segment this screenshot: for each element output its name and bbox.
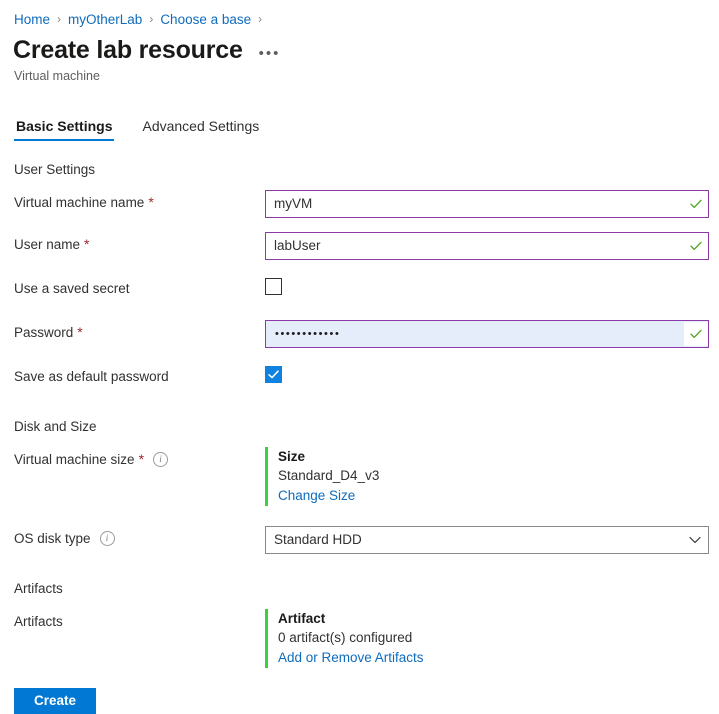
vm-name-field[interactable] [265,189,709,218]
label-password: Password * [14,320,265,340]
valid-check-icon [684,233,708,258]
password-field[interactable]: •••••••••••• [265,319,709,348]
os-disk-type-dropdown[interactable]: Standard HDD [265,525,709,554]
change-size-link[interactable]: Change Size [278,486,355,506]
info-icon[interactable]: i [99,530,115,546]
label-password-text: Password [14,324,74,340]
tab-basic-settings[interactable]: Basic Settings [14,117,115,141]
tab-advanced-settings[interactable]: Advanced Settings [140,118,261,141]
save-default-password-checkbox[interactable] [265,365,282,383]
field-row-os-disk-type: OS disk type i Standard HDD [0,525,719,556]
control-password: •••••••••••• [265,319,719,348]
field-row-artifacts: Artifacts Artifact 0 artifact(s) configu… [0,608,719,668]
artifacts-panel[interactable]: Artifact 0 artifact(s) configured Add or… [265,608,709,668]
breadcrumb-item-home[interactable]: Home [14,12,50,27]
label-os-disk-type: OS disk type i [14,526,265,546]
label-save-default-password: Save as default password [14,364,265,384]
breadcrumb-item-myotherlab[interactable]: myOtherLab [68,12,142,27]
field-row-user-name: User name * [0,231,719,262]
page-title: Create lab resource [13,36,243,64]
label-artifacts-text: Artifacts [14,613,63,629]
more-options-icon[interactable]: ••• [259,45,281,62]
breadcrumb-item-choose-a-base[interactable]: Choose a base [160,12,251,27]
tab-advanced-settings-label: Advanced Settings [142,117,260,134]
required-asterisk: * [148,194,154,210]
use-saved-secret-checkbox[interactable] [265,277,282,295]
valid-check-icon [684,191,708,216]
user-name-input[interactable] [266,233,684,258]
field-row-use-saved-secret: Use a saved secret [0,276,719,306]
control-vm-size: Size Standard_D4_v3 Change Size [265,446,719,506]
vm-name-input[interactable] [266,191,684,216]
control-vm-name [265,189,719,218]
vm-size-panel[interactable]: Size Standard_D4_v3 Change Size [265,446,709,506]
artifacts-panel-title: Artifact [278,610,326,626]
label-use-saved-secret: Use a saved secret [14,276,265,296]
label-vm-name: Virtual machine name * [14,190,265,210]
breadcrumb-separator-icon: › [258,12,263,26]
add-or-remove-artifacts-link[interactable]: Add or Remove Artifacts [278,648,424,668]
required-asterisk: * [77,324,83,340]
control-use-saved-secret [265,276,719,295]
label-user-name-text: User name [14,236,81,252]
control-save-default-password [265,364,719,383]
tab-bar: Basic Settings Advanced Settings [0,83,719,141]
vm-size-panel-title: Size [278,448,306,464]
control-os-disk-type: Standard HDD [265,525,719,554]
breadcrumb-separator-icon: › [57,12,62,26]
section-header-disk-and-size: Disk and Size [14,418,97,434]
label-use-saved-secret-text: Use a saved secret [14,280,130,296]
required-asterisk: * [138,451,145,467]
vm-size-panel-value: Standard_D4_v3 [278,467,380,483]
label-user-name: User name * [14,232,265,252]
create-lab-resource-form: User Settings Virtual machine name * Use… [0,141,719,714]
checkmark-icon [268,369,279,378]
page-header: Create lab resource ••• [0,28,719,65]
required-asterisk: * [84,236,90,252]
label-artifacts: Artifacts [14,609,265,629]
tab-basic-settings-label: Basic Settings [16,117,113,134]
breadcrumb-separator-icon: › [149,12,154,26]
field-row-vm-name: Virtual machine name * [0,189,719,220]
label-vm-name-text: Virtual machine name [14,194,145,210]
page-subtitle: Virtual machine [14,68,100,83]
valid-check-icon [684,321,708,346]
control-user-name [265,231,719,260]
password-input[interactable]: •••••••••••• [266,328,684,340]
control-artifacts: Artifact 0 artifact(s) configured Add or… [265,608,719,668]
section-header-user-settings: User Settings [14,161,96,177]
user-name-field[interactable] [265,231,709,260]
field-row-save-default-password: Save as default password [0,364,719,394]
label-save-default-password-text: Save as default password [14,368,169,384]
label-vm-size-text: Virtual machine size [14,451,135,467]
label-os-disk-type-text: OS disk type [14,530,91,546]
field-row-password: Password * •••••••••••• [0,319,719,350]
section-header-artifacts: Artifacts [14,580,63,596]
label-vm-size: Virtual machine size * i [14,447,265,467]
info-icon[interactable]: i [153,451,169,467]
chevron-down-icon [682,536,708,544]
artifacts-panel-value: 0 artifact(s) configured [278,629,413,645]
create-button[interactable]: Create [14,687,96,714]
breadcrumb: Home › myOtherLab › Choose a base › [0,0,719,28]
field-row-vm-size: Virtual machine size * i Size Standard_D… [0,446,719,506]
os-disk-type-value: Standard HDD [274,532,362,547]
